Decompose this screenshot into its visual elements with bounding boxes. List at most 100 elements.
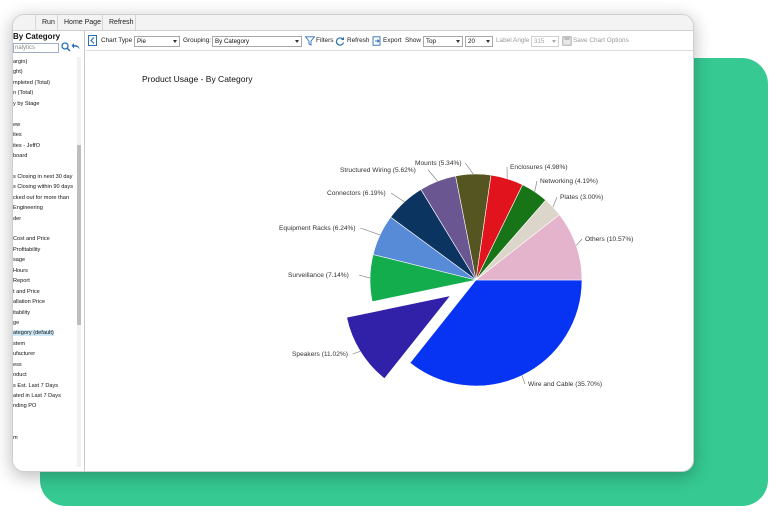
chart-panel: Chart Type Pie Grouping: By Category Fil… [86,31,693,471]
tree-item[interactable]: board [13,151,79,161]
tree-item-label: s Closing in next 30 day [13,173,73,180]
tree-item[interactable] [13,422,79,432]
report-sidebar: By Category nalytics argin) ght) mpleted (… [13,31,85,471]
pie-leader-line [352,351,361,355]
tree-item-label: ites - JeffO [13,142,40,149]
tree-item-label: n (Total) [13,90,34,97]
tree-item-label: s Est. Last 7 Days [13,382,59,389]
tree-item[interactable]: s Est. Last 7 Days [13,381,79,391]
pie-data-label: Mounts (5.34%) [415,160,462,167]
tree-item-label: sage [13,257,26,264]
pie-leader-line [390,192,405,203]
tree-item-label: Hours [13,267,28,274]
tree-item[interactable]: ufacturer [13,349,79,359]
tree-item[interactable]: allation Price [13,297,79,307]
tree-item-label: stem [13,340,26,347]
tree-item[interactable]: ew [13,120,79,130]
sidebar-title: By Category [13,32,61,41]
tree-item[interactable]: cked out for more than [13,193,79,203]
tree-item-label: ew [13,121,21,128]
tree-item-label: y by Stage [13,100,40,107]
back-arrow-icon[interactable] [71,42,81,52]
pie-leader-line [360,227,381,236]
tree-item[interactable]: Profitability [13,245,79,255]
tree-item[interactable]: argin) [13,57,79,67]
tree-item[interactable] [13,412,79,422]
tree-item-label: argin) [13,59,28,65]
pie-leader-line [428,169,438,182]
tree-item-label: mpleted (Total) [13,79,50,86]
tree-item[interactable]: y by Stage [13,99,79,109]
tree-item-label: s Closing within 90 days [13,184,74,191]
tree-item[interactable]: ated in Last 7 Days [13,391,79,401]
tree-item[interactable]: s Closing within 90 days [13,182,79,192]
tree-item-label: m [13,434,18,441]
pie-leader-line [358,274,371,279]
tree-item[interactable]: stem [13,339,79,349]
pie-leader-line [575,238,583,246]
tree-item[interactable]: Engineering [13,203,79,213]
tree-item[interactable]: s Closing in next 30 day [13,172,79,182]
tree-item[interactable]: ess [13,360,79,370]
pie-leader-line [534,180,538,192]
tree-item[interactable] [13,161,79,171]
pie-data-label: Networking (4.19%) [540,178,598,185]
pie-slice-wire-and-cable[interactable] [409,279,583,387]
tree-item[interactable]: ategory (default) [13,328,79,338]
tree-item[interactable] [13,109,79,119]
pie-leader-line [521,375,526,385]
tree-item-label: ge [13,319,20,326]
search-icon[interactable] [61,42,71,52]
tree-item[interactable]: oduct [13,370,79,380]
tree-item-label: cked out for more than [13,194,69,201]
tree-item[interactable]: nding PO [13,401,79,411]
tree-item[interactable]: Hours [13,266,79,276]
sidebar-scrollbar[interactable] [77,57,81,467]
tree-item-label: ategory (default) [13,330,54,337]
tree-item[interactable]: sage [13,255,79,265]
tree-item[interactable]: mpleted (Total) [13,78,79,88]
tree-item-label: nding PO [13,403,37,410]
tree-item-label: t and Price [13,288,40,295]
pie-data-label: Structured Wiring (5.62%) [340,167,416,174]
tree-item[interactable]: der [13,214,79,224]
tree-item[interactable]: t and Price [13,287,79,297]
pie-leader-line [465,162,474,175]
tree-item-label: Report [13,278,30,285]
menu-home-page[interactable]: Home Page [57,15,107,30]
menu-refresh[interactable]: Refresh [102,15,140,30]
tree-item[interactable]: ites [13,130,79,140]
tree-item-label: ght) [13,69,23,76]
pie-leader-line [552,196,558,208]
pie-data-label: Speakers (11.02%) [292,351,348,358]
tree-item-label: der [13,215,22,222]
tree-item[interactable] [13,224,79,234]
app-window: Run Home Page Refresh By Category nalyti… [12,14,694,472]
pie-chart: Wire and Cable (35.70%) Speakers (11.02%)… [279,160,633,388]
pie-data-label: Connectors (6.19%) [327,190,386,197]
sidebar-search-input[interactable]: nalytics [13,43,59,53]
tree-item-label: oduct [13,372,27,379]
tree-item-label: Engineering [13,205,43,212]
tree-item[interactable]: ge [13,318,79,328]
tree-item[interactable]: ites - JeffO [13,141,79,151]
pie-data-label: Enclosures (4.98%) [510,164,568,171]
tree-item-label: Profitability [13,246,41,253]
tree-item[interactable]: n (Total) [13,88,79,98]
pie-data-label: Equipment Racks (6.24%) [279,225,356,232]
menu-divider [135,15,136,30]
tree-item[interactable]: itability [13,308,79,318]
tree-item-label: board [13,152,28,159]
tree-item[interactable]: m [13,433,79,443]
report-tree: argin) ght) mpleted (Total) n (Total) y by S… [13,57,79,443]
tree-item[interactable]: Report [13,276,79,286]
tree-item-label: ites [13,132,22,139]
tree-item-label: Cost and Price [13,236,50,243]
sidebar-scroll-thumb[interactable] [77,145,81,325]
screenshot-stage: Run Home Page Refresh By Category nalyti… [0,0,780,526]
tree-item-label: ufacturer [13,351,36,358]
tree-item-label: ess [13,361,22,368]
tree-item[interactable]: ght) [13,67,79,77]
tree-item[interactable]: Cost and Price [13,234,79,244]
tree-item-label: ated in Last 7 Days [13,393,61,399]
